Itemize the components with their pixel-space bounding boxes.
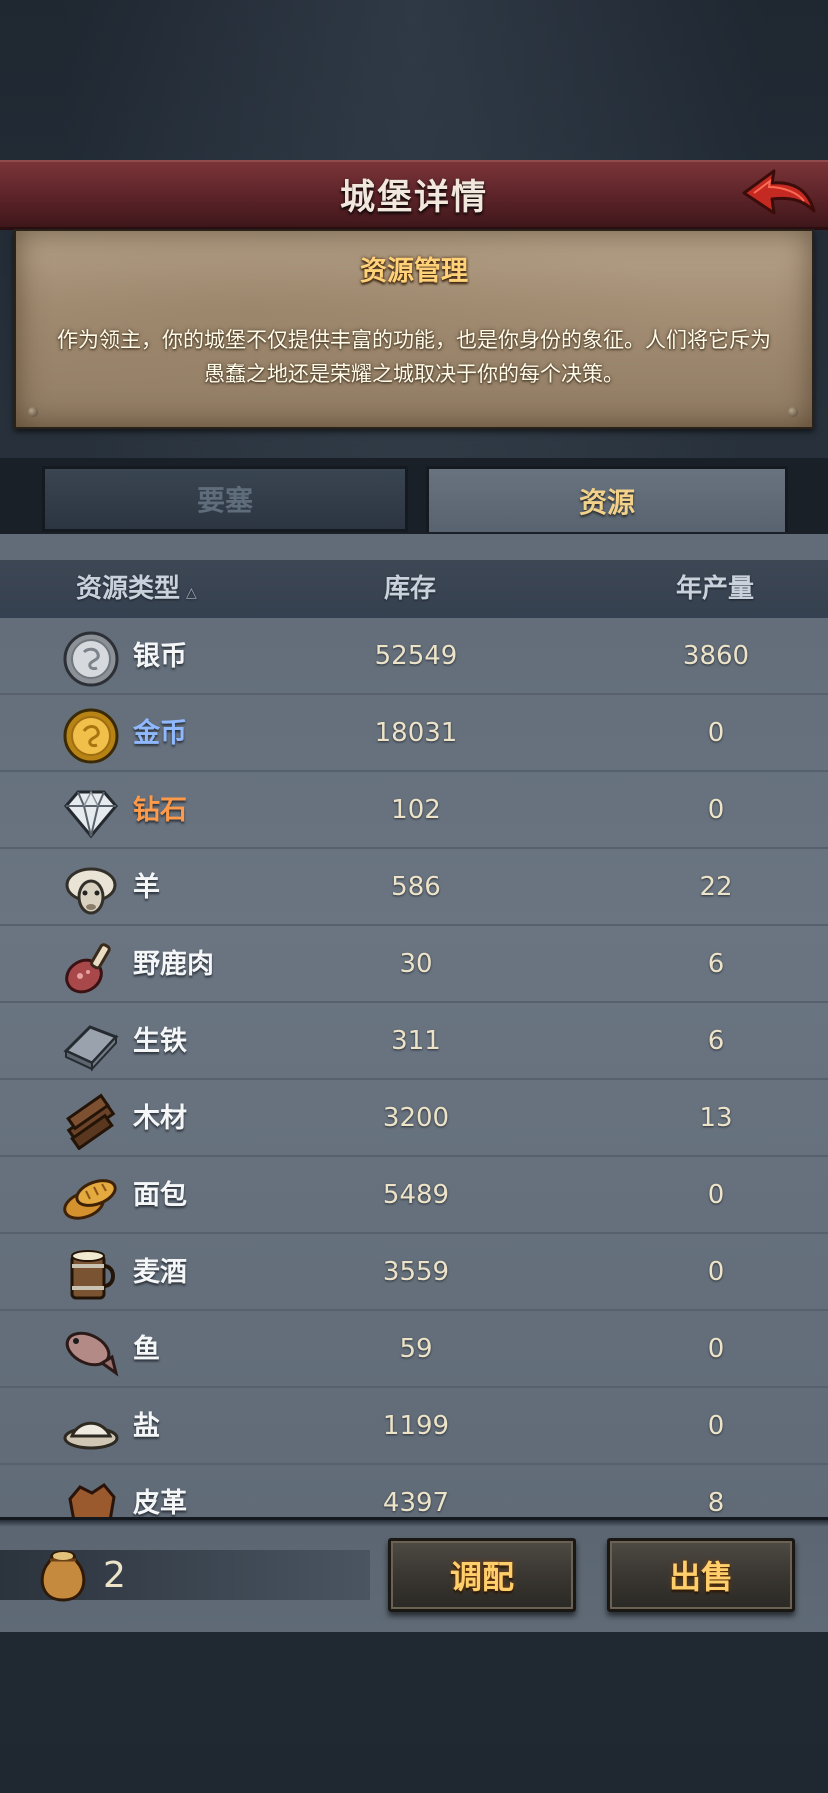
resource-stock: 3200 (382, 1103, 450, 1133)
resource-yield: 8 (707, 1488, 725, 1517)
allocate-button-label: 调配 (449, 1558, 514, 1596)
rivet-decoration (28, 407, 38, 417)
table-header: 资源类型 △ 库存 年产量 (0, 560, 828, 618)
fish-icon (65, 1331, 119, 1377)
table-row[interactable]: 鱼 59 0 (0, 1311, 828, 1388)
column-header-type[interactable]: 资源类型 △ (76, 560, 197, 618)
table-row[interactable]: 金币 18031 0 (0, 695, 828, 772)
table-row[interactable]: 羊 586 22 (0, 849, 828, 926)
sack-count: 2 (103, 1555, 126, 1596)
resource-name: 羊 (133, 872, 160, 903)
sort-triangle-icon: △ (186, 585, 197, 601)
resource-name: 金币 (133, 718, 187, 749)
page-title: 城堡详情 (339, 178, 488, 218)
resource-name: 麦酒 (133, 1257, 187, 1288)
resource-name: 盐 (133, 1411, 160, 1442)
resource-stock: 18031 (374, 718, 458, 748)
grain-sack-icon (40, 1550, 86, 1602)
resource-yield: 0 (707, 795, 725, 825)
silver-coin-icon (63, 631, 119, 687)
resource-yield: 0 (707, 1180, 725, 1210)
resource-stock: 30 (399, 949, 433, 979)
column-header-stock[interactable]: 库存 (384, 560, 436, 618)
castle-details-screen: 城堡详情 资源管理 作为领主，你的城堡不仅提供丰富的功能，也是你身份的象征。人们… (0, 0, 828, 1793)
resource-yield: 6 (707, 949, 725, 979)
salt-icon (63, 1421, 119, 1450)
resource-yield: 3860 (682, 641, 750, 671)
resource-yield: 0 (707, 718, 725, 748)
resource-name: 鱼 (133, 1334, 160, 1365)
wood-icon (66, 1093, 116, 1150)
table-row[interactable]: 面包 5489 0 (0, 1157, 828, 1234)
back-button[interactable] (738, 164, 818, 226)
resource-table[interactable]: 资源类型 △ 库存 年产量 银币 52549 3860 金币 18031 0 钻… (0, 534, 828, 1517)
allocate-button[interactable]: 调配 (388, 1538, 576, 1612)
resource-stock: 5489 (382, 1180, 450, 1210)
resource-yield: 0 (707, 1411, 725, 1441)
table-row[interactable]: 盐 1199 0 (0, 1388, 828, 1465)
resource-name: 银币 (133, 641, 187, 672)
gold-coin-icon (63, 708, 119, 764)
title-banner: 城堡详情 (0, 160, 828, 230)
resource-name: 钻石 (133, 795, 187, 826)
resource-stock: 52549 (374, 641, 458, 671)
resource-stock: 1199 (382, 1411, 450, 1441)
sheep-icon (65, 867, 117, 915)
resource-yield: 13 (699, 1103, 733, 1133)
back-arrow-icon (742, 169, 816, 215)
resource-name: 野鹿肉 (133, 949, 214, 980)
ale-mug-icon (70, 1250, 115, 1300)
resource-yield: 0 (707, 1334, 725, 1364)
tab-label: 资源 (578, 485, 635, 519)
resource-name: 皮革 (133, 1488, 187, 1517)
panel-description: 作为领主，你的城堡不仅提供丰富的功能，也是你身份的象征。人们将它斥为愚蠢之地还是… (57, 328, 771, 386)
iron-ingot-icon (63, 1025, 119, 1072)
table-row[interactable]: 钻石 102 0 (0, 772, 828, 849)
resource-yield: 6 (707, 1026, 725, 1056)
rivet-decoration (788, 407, 798, 417)
resource-stock: 3559 (382, 1257, 450, 1287)
table-row[interactable]: 木材 3200 13 (0, 1080, 828, 1157)
resource-stock: 102 (391, 795, 441, 825)
resource-yield: 0 (707, 1257, 725, 1287)
venison-icon (65, 943, 111, 994)
resource-stock: 4397 (382, 1488, 450, 1517)
resource-management-panel: 资源管理 作为领主，你的城堡不仅提供丰富的功能，也是你身份的象征。人们将它斥为愚… (14, 229, 814, 429)
tab-resources[interactable]: 资源 (426, 466, 788, 532)
diamond-icon (64, 790, 118, 839)
sell-button-label: 出售 (668, 1558, 733, 1596)
table-row[interactable]: 生铁 311 6 (0, 1003, 828, 1080)
tab-fortress[interactable]: 要塞 (42, 466, 408, 532)
tab-label: 要塞 (196, 484, 253, 517)
bread-icon (63, 1179, 117, 1220)
resource-stock: 586 (391, 872, 441, 902)
column-header-yield[interactable]: 年产量 (676, 560, 754, 618)
table-row[interactable]: 银币 52549 3860 (0, 618, 828, 695)
resource-name: 生铁 (133, 1026, 187, 1057)
resource-yield: 22 (699, 872, 733, 902)
resource-name: 木材 (133, 1103, 187, 1134)
table-row[interactable]: 野鹿肉 30 6 (0, 926, 828, 1003)
panel-title: 资源管理 (360, 256, 468, 287)
resource-stock: 59 (399, 1334, 433, 1364)
sell-button[interactable]: 出售 (607, 1538, 795, 1612)
resource-name: 面包 (133, 1180, 187, 1211)
leather-icon (68, 1483, 116, 1517)
table-row[interactable]: 皮革 4397 8 (0, 1465, 828, 1517)
table-row[interactable]: 麦酒 3559 0 (0, 1234, 828, 1311)
resource-rows: 银币 52549 3860 金币 18031 0 钻石 102 0 羊 586 … (0, 618, 828, 1517)
resource-stock: 311 (391, 1026, 441, 1056)
